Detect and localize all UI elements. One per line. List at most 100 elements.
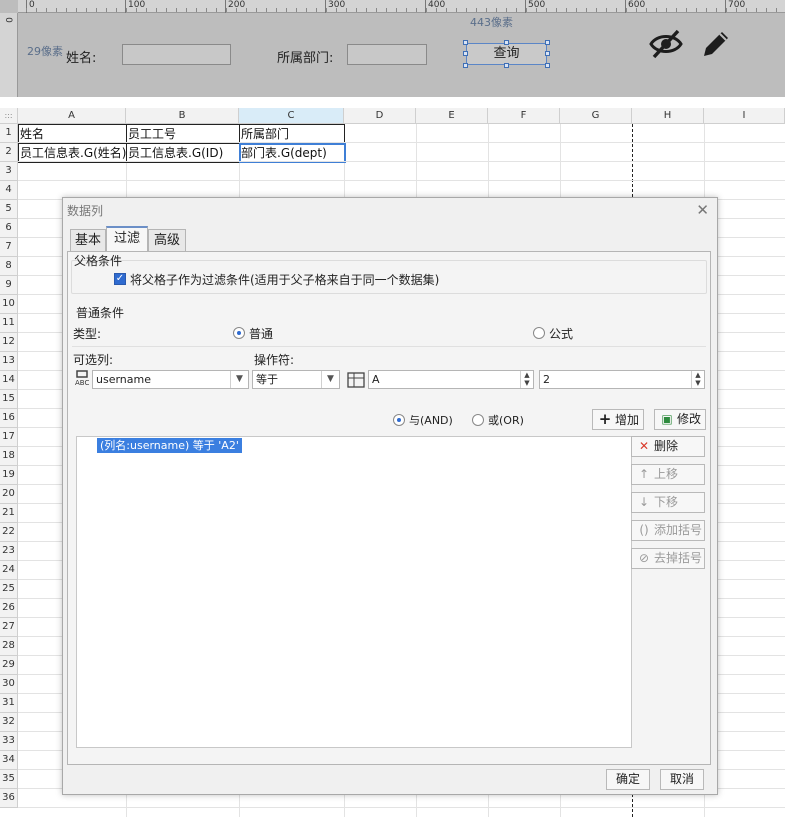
row-header[interactable]: 36: [0, 789, 18, 808]
row-header[interactable]: 33: [0, 732, 18, 751]
query-button[interactable]: 查询: [466, 43, 547, 65]
column-header[interactable]: D: [344, 108, 416, 124]
row-header[interactable]: 24: [0, 561, 18, 580]
row-header[interactable]: 22: [0, 523, 18, 542]
resize-handle[interactable]: [463, 63, 468, 68]
chevron-down-icon[interactable]: ▼: [230, 371, 248, 388]
column-header[interactable]: B: [126, 108, 239, 124]
name-parameter-input[interactable]: [122, 44, 231, 65]
row-header[interactable]: 10: [0, 295, 18, 314]
row-header[interactable]: 15: [0, 390, 18, 409]
resize-handle[interactable]: [504, 63, 509, 68]
row-header[interactable]: 1: [0, 124, 18, 143]
row-header[interactable]: 16: [0, 409, 18, 428]
chevron-down-icon[interactable]: ▼: [321, 371, 339, 388]
logic-or-label[interactable]: 或(OR): [488, 412, 524, 428]
row-header[interactable]: 2: [0, 143, 18, 162]
ok-button[interactable]: 确定: [606, 769, 650, 790]
ruler-minor-tick: [776, 8, 777, 12]
parent-filter-checkbox[interactable]: ✓: [114, 273, 126, 285]
row-header[interactable]: 14: [0, 371, 18, 390]
column-header[interactable]: H: [632, 108, 704, 124]
row-header[interactable]: 20: [0, 485, 18, 504]
row-header[interactable]: 17: [0, 428, 18, 447]
spinner-icon[interactable]: ▲ ▼: [691, 371, 704, 388]
row-header[interactable]: 23: [0, 542, 18, 561]
resize-handle[interactable]: [545, 63, 550, 68]
eye-off-icon[interactable]: [648, 28, 684, 60]
row-header[interactable]: 3: [0, 162, 18, 181]
column-header[interactable]: E: [416, 108, 488, 124]
type-formula-label[interactable]: 公式: [549, 325, 573, 342]
row-header[interactable]: 18: [0, 447, 18, 466]
column-header[interactable]: C: [239, 108, 344, 124]
left-ruler: 0: [0, 13, 18, 97]
dept-parameter-input[interactable]: [347, 44, 427, 65]
cancel-button[interactable]: 取消: [660, 769, 704, 790]
row-header[interactable]: 27: [0, 618, 18, 637]
operator-select[interactable]: 等于 ▼: [252, 370, 340, 389]
close-icon[interactable]: ✕: [696, 201, 709, 219]
resize-handle[interactable]: [504, 40, 509, 45]
move-down-button[interactable]: ↓ 下移: [631, 492, 705, 513]
spinner-icon[interactable]: ▲ ▼: [520, 371, 533, 388]
type-normal-radio[interactable]: [233, 327, 245, 339]
condition-list[interactable]: (列名:username) 等于 'A2': [76, 436, 632, 748]
row-header[interactable]: 31: [0, 694, 18, 713]
row-header[interactable]: 21: [0, 504, 18, 523]
pencil-icon[interactable]: [700, 28, 732, 60]
row-header[interactable]: 32: [0, 713, 18, 732]
value-field-2[interactable]: 2 ▲ ▼: [539, 370, 705, 389]
tab-filter[interactable]: 过滤: [106, 226, 148, 251]
tab-basic[interactable]: 基本: [70, 229, 106, 251]
row-header[interactable]: 5: [0, 200, 18, 219]
row-header[interactable]: 28: [0, 637, 18, 656]
row-header[interactable]: 8: [0, 257, 18, 276]
value-field[interactable]: A ▲ ▼: [368, 370, 534, 389]
row-header[interactable]: 13: [0, 352, 18, 371]
row-header[interactable]: 9: [0, 276, 18, 295]
common-condition-title: 普通条件: [76, 306, 125, 320]
logic-and-radio[interactable]: [393, 414, 405, 426]
column-header[interactable]: G: [560, 108, 632, 124]
ruler-minor-tick: [416, 8, 417, 12]
modify-condition-button[interactable]: ▣ 修改: [654, 409, 706, 430]
row-header[interactable]: 19: [0, 466, 18, 485]
grid-icon[interactable]: [347, 372, 365, 388]
resize-handle[interactable]: [545, 51, 550, 56]
row-header[interactable]: 6: [0, 219, 18, 238]
add-bracket-button[interactable]: () 添加括号: [631, 520, 705, 541]
ruler-minor-tick: [476, 8, 477, 12]
row-header[interactable]: 4: [0, 181, 18, 200]
row-header[interactable]: 26: [0, 599, 18, 618]
add-condition-button[interactable]: + 增加: [592, 409, 644, 430]
ruler-label: 0: [29, 0, 35, 10]
row-header[interactable]: 34: [0, 751, 18, 770]
row-header[interactable]: 30: [0, 675, 18, 694]
move-up-button[interactable]: ↑ 上移: [631, 464, 705, 485]
select-all-corner[interactable]: :::: [0, 108, 18, 124]
condition-item[interactable]: (列名:username) 等于 'A2': [97, 438, 242, 453]
type-normal-label[interactable]: 普通: [249, 325, 273, 342]
row-header[interactable]: 25: [0, 580, 18, 599]
resize-handle[interactable]: [545, 40, 550, 45]
delete-button[interactable]: ✕ 删除: [631, 436, 705, 457]
column-header[interactable]: F: [488, 108, 560, 124]
column-header[interactable]: I: [704, 108, 785, 124]
row-header[interactable]: 11: [0, 314, 18, 333]
column-select[interactable]: username ▼: [92, 370, 249, 389]
tab-advanced[interactable]: 高级: [148, 229, 186, 251]
row-header[interactable]: 35: [0, 770, 18, 789]
column-header[interactable]: A: [18, 108, 126, 124]
type-formula-radio[interactable]: [533, 327, 545, 339]
modify-condition-label: 修改: [677, 412, 702, 426]
resize-handle[interactable]: [463, 51, 468, 56]
row-header[interactable]: 12: [0, 333, 18, 352]
row-header[interactable]: 7: [0, 238, 18, 257]
ruler-minor-tick: [396, 8, 397, 12]
remove-bracket-button[interactable]: ⊘ 去掉括号: [631, 548, 705, 569]
row-header[interactable]: 29: [0, 656, 18, 675]
logic-or-radio[interactable]: [472, 414, 484, 426]
logic-and-label[interactable]: 与(AND): [409, 412, 453, 428]
resize-handle[interactable]: [463, 40, 468, 45]
